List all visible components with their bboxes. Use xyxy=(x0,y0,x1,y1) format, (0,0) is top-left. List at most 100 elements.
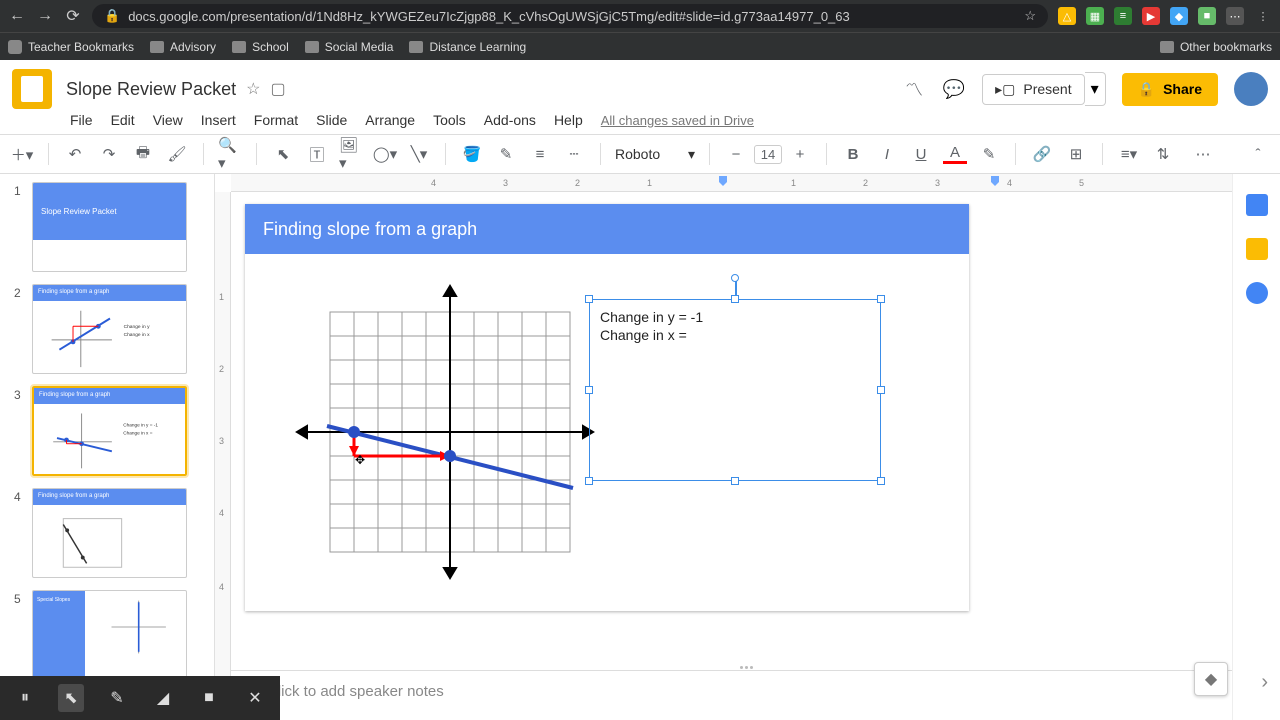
url-bar[interactable]: 🔒 docs.google.com/presentation/d/1Nd8Hz_… xyxy=(92,4,1048,28)
resize-handle-bl[interactable] xyxy=(585,477,593,485)
line-spacing-button[interactable]: ⇅ xyxy=(1151,142,1175,166)
bookmark-other[interactable]: Other bookmarks xyxy=(1160,40,1272,54)
notes-drag-handle[interactable] xyxy=(732,666,762,672)
paint-format-button[interactable]: 🖌 xyxy=(165,142,189,166)
present-dropdown[interactable]: ▾ xyxy=(1085,72,1106,106)
bookmark-teacher[interactable]: Teacher Bookmarks xyxy=(8,40,134,54)
comments-icon[interactable]: 💬 xyxy=(942,77,966,101)
slide-thumb-3[interactable]: Finding slope from a graph Change in y =… xyxy=(32,386,187,476)
ext-7-icon[interactable]: ⋯ xyxy=(1226,7,1244,25)
canvas-area[interactable]: 4321 12345 1234 4 Finding slope from a g… xyxy=(215,174,1232,720)
slide-title[interactable]: Finding slope from a graph xyxy=(245,204,969,254)
collapse-toolbar-button[interactable]: ˆ xyxy=(1246,142,1270,166)
resize-handle-tr[interactable] xyxy=(877,295,885,303)
browser-menu-icon[interactable]: ⋮ xyxy=(1254,7,1272,25)
doc-title[interactable]: Slope Review Packet xyxy=(66,79,236,100)
line-tool[interactable]: ╲▾ xyxy=(407,142,431,166)
text-color-button[interactable]: A xyxy=(943,144,967,164)
explore-button[interactable]: ◆ xyxy=(1194,662,1228,696)
fill-color-button[interactable]: 🪣 xyxy=(460,142,484,166)
tasks-addon-icon[interactable] xyxy=(1246,282,1268,304)
slide-thumb-5[interactable]: Special Slopes xyxy=(32,590,187,680)
link-button[interactable]: 🔗 xyxy=(1030,142,1054,166)
zoom-button[interactable]: 🔍▾ xyxy=(218,142,242,166)
underline-button[interactable]: U xyxy=(909,142,933,166)
border-dash-button[interactable]: ┄ xyxy=(562,142,586,166)
bookmark-social[interactable]: Social Media xyxy=(305,40,394,54)
resize-handle-mb[interactable] xyxy=(731,477,739,485)
resize-handle-tl[interactable] xyxy=(585,295,593,303)
keep-addon-icon[interactable] xyxy=(1246,238,1268,260)
italic-button[interactable]: I xyxy=(875,142,899,166)
menu-help[interactable]: Help xyxy=(554,112,583,128)
forward-button[interactable]: → xyxy=(36,7,54,25)
ext-2-icon[interactable]: ▦ xyxy=(1086,7,1104,25)
menu-slide[interactable]: Slide xyxy=(316,112,347,128)
menu-view[interactable]: View xyxy=(153,112,183,128)
menu-format[interactable]: Format xyxy=(254,112,298,128)
cursor-button[interactable]: ⬉ xyxy=(58,684,84,712)
move-doc-icon[interactable]: ▢ xyxy=(270,79,285,99)
ext-5-icon[interactable]: ◆ xyxy=(1170,7,1188,25)
speaker-notes[interactable]: Click to add speaker notes xyxy=(231,670,1232,720)
undo-button[interactable]: ↶ xyxy=(63,142,87,166)
resize-handle-br[interactable] xyxy=(877,477,885,485)
menu-arrange[interactable]: Arrange xyxy=(365,112,415,128)
close-recorder-button[interactable]: ✕ xyxy=(242,684,268,712)
slides-logo-icon[interactable] xyxy=(12,69,52,109)
image-tool[interactable]: 🖼▾ xyxy=(339,142,363,166)
bookmark-school[interactable]: School xyxy=(232,40,289,54)
side-panel-toggle[interactable]: › xyxy=(1261,671,1268,694)
font-size-value[interactable]: 14 xyxy=(754,145,782,164)
textbox-selected[interactable]: Change in y = -1 Change in x = xyxy=(589,299,881,481)
account-avatar[interactable] xyxy=(1234,72,1268,106)
more-options-button[interactable]: ⋯ xyxy=(1191,142,1215,166)
bold-button[interactable]: B xyxy=(841,142,865,166)
comment-button[interactable]: ⊞ xyxy=(1064,142,1088,166)
activity-icon[interactable]: 〽 xyxy=(902,77,926,101)
highlighter-button[interactable]: ◢ xyxy=(150,684,176,712)
highlight-button[interactable]: ✎ xyxy=(977,142,1001,166)
ext-6-icon[interactable]: ■ xyxy=(1198,7,1216,25)
slide-thumb-1[interactable]: Slope Review Packet xyxy=(32,182,187,272)
slide-thumb-2[interactable]: Finding slope from a graph Change in yCh… xyxy=(32,284,187,374)
bookmark-star-icon[interactable]: ☆ xyxy=(1024,8,1036,24)
textbox-line-1[interactable]: Change in y = -1 xyxy=(600,308,870,326)
bookmark-advisory[interactable]: Advisory xyxy=(150,40,216,54)
resize-handle-mr[interactable] xyxy=(877,386,885,394)
new-slide-button[interactable]: ＋▾ xyxy=(10,142,34,166)
border-weight-button[interactable]: ≡ xyxy=(528,142,552,166)
back-button[interactable]: ← xyxy=(8,7,26,25)
camera-button[interactable]: ■ xyxy=(196,684,222,712)
pause-button[interactable]: ⏸ xyxy=(12,684,38,712)
align-button[interactable]: ≡▾ xyxy=(1117,142,1141,166)
slide-canvas[interactable]: Finding slope from a graph xyxy=(245,204,969,611)
present-button[interactable]: ▸▢ Present xyxy=(982,74,1085,105)
menu-edit[interactable]: Edit xyxy=(111,112,135,128)
bookmark-distance[interactable]: Distance Learning xyxy=(409,40,526,54)
select-tool[interactable]: ⬉ xyxy=(271,142,295,166)
menu-file[interactable]: File xyxy=(70,112,93,128)
slide-thumb-4[interactable]: Finding slope from a graph xyxy=(32,488,187,578)
textbox-tool[interactable]: 🅃 xyxy=(305,142,329,166)
shape-tool[interactable]: ◯▾ xyxy=(373,142,397,166)
graph-image[interactable]: ✥ xyxy=(285,282,595,582)
resize-handle-mt[interactable] xyxy=(731,295,739,303)
resize-handle-ml[interactable] xyxy=(585,386,593,394)
menu-insert[interactable]: Insert xyxy=(201,112,236,128)
redo-button[interactable]: ↷ xyxy=(97,142,121,166)
share-button[interactable]: 🔒 Share xyxy=(1122,73,1218,106)
font-select[interactable]: Roboto▾ xyxy=(615,146,695,163)
menu-addons[interactable]: Add-ons xyxy=(484,112,536,128)
filmstrip[interactable]: 1 Slope Review Packet 2 Finding slope fr… xyxy=(0,174,215,720)
rotate-handle[interactable] xyxy=(731,274,739,282)
pen-button[interactable]: ✎ xyxy=(104,684,130,712)
font-size-increase[interactable]: + xyxy=(788,142,812,166)
ext-4-icon[interactable]: ▶ xyxy=(1142,7,1160,25)
ext-drive-icon[interactable]: △ xyxy=(1058,7,1076,25)
menu-tools[interactable]: Tools xyxy=(433,112,466,128)
textbox-line-2[interactable]: Change in x = xyxy=(600,326,870,344)
print-button[interactable]: 🖶 xyxy=(131,142,155,166)
ext-3-icon[interactable]: ≡ xyxy=(1114,7,1132,25)
calendar-addon-icon[interactable] xyxy=(1246,194,1268,216)
